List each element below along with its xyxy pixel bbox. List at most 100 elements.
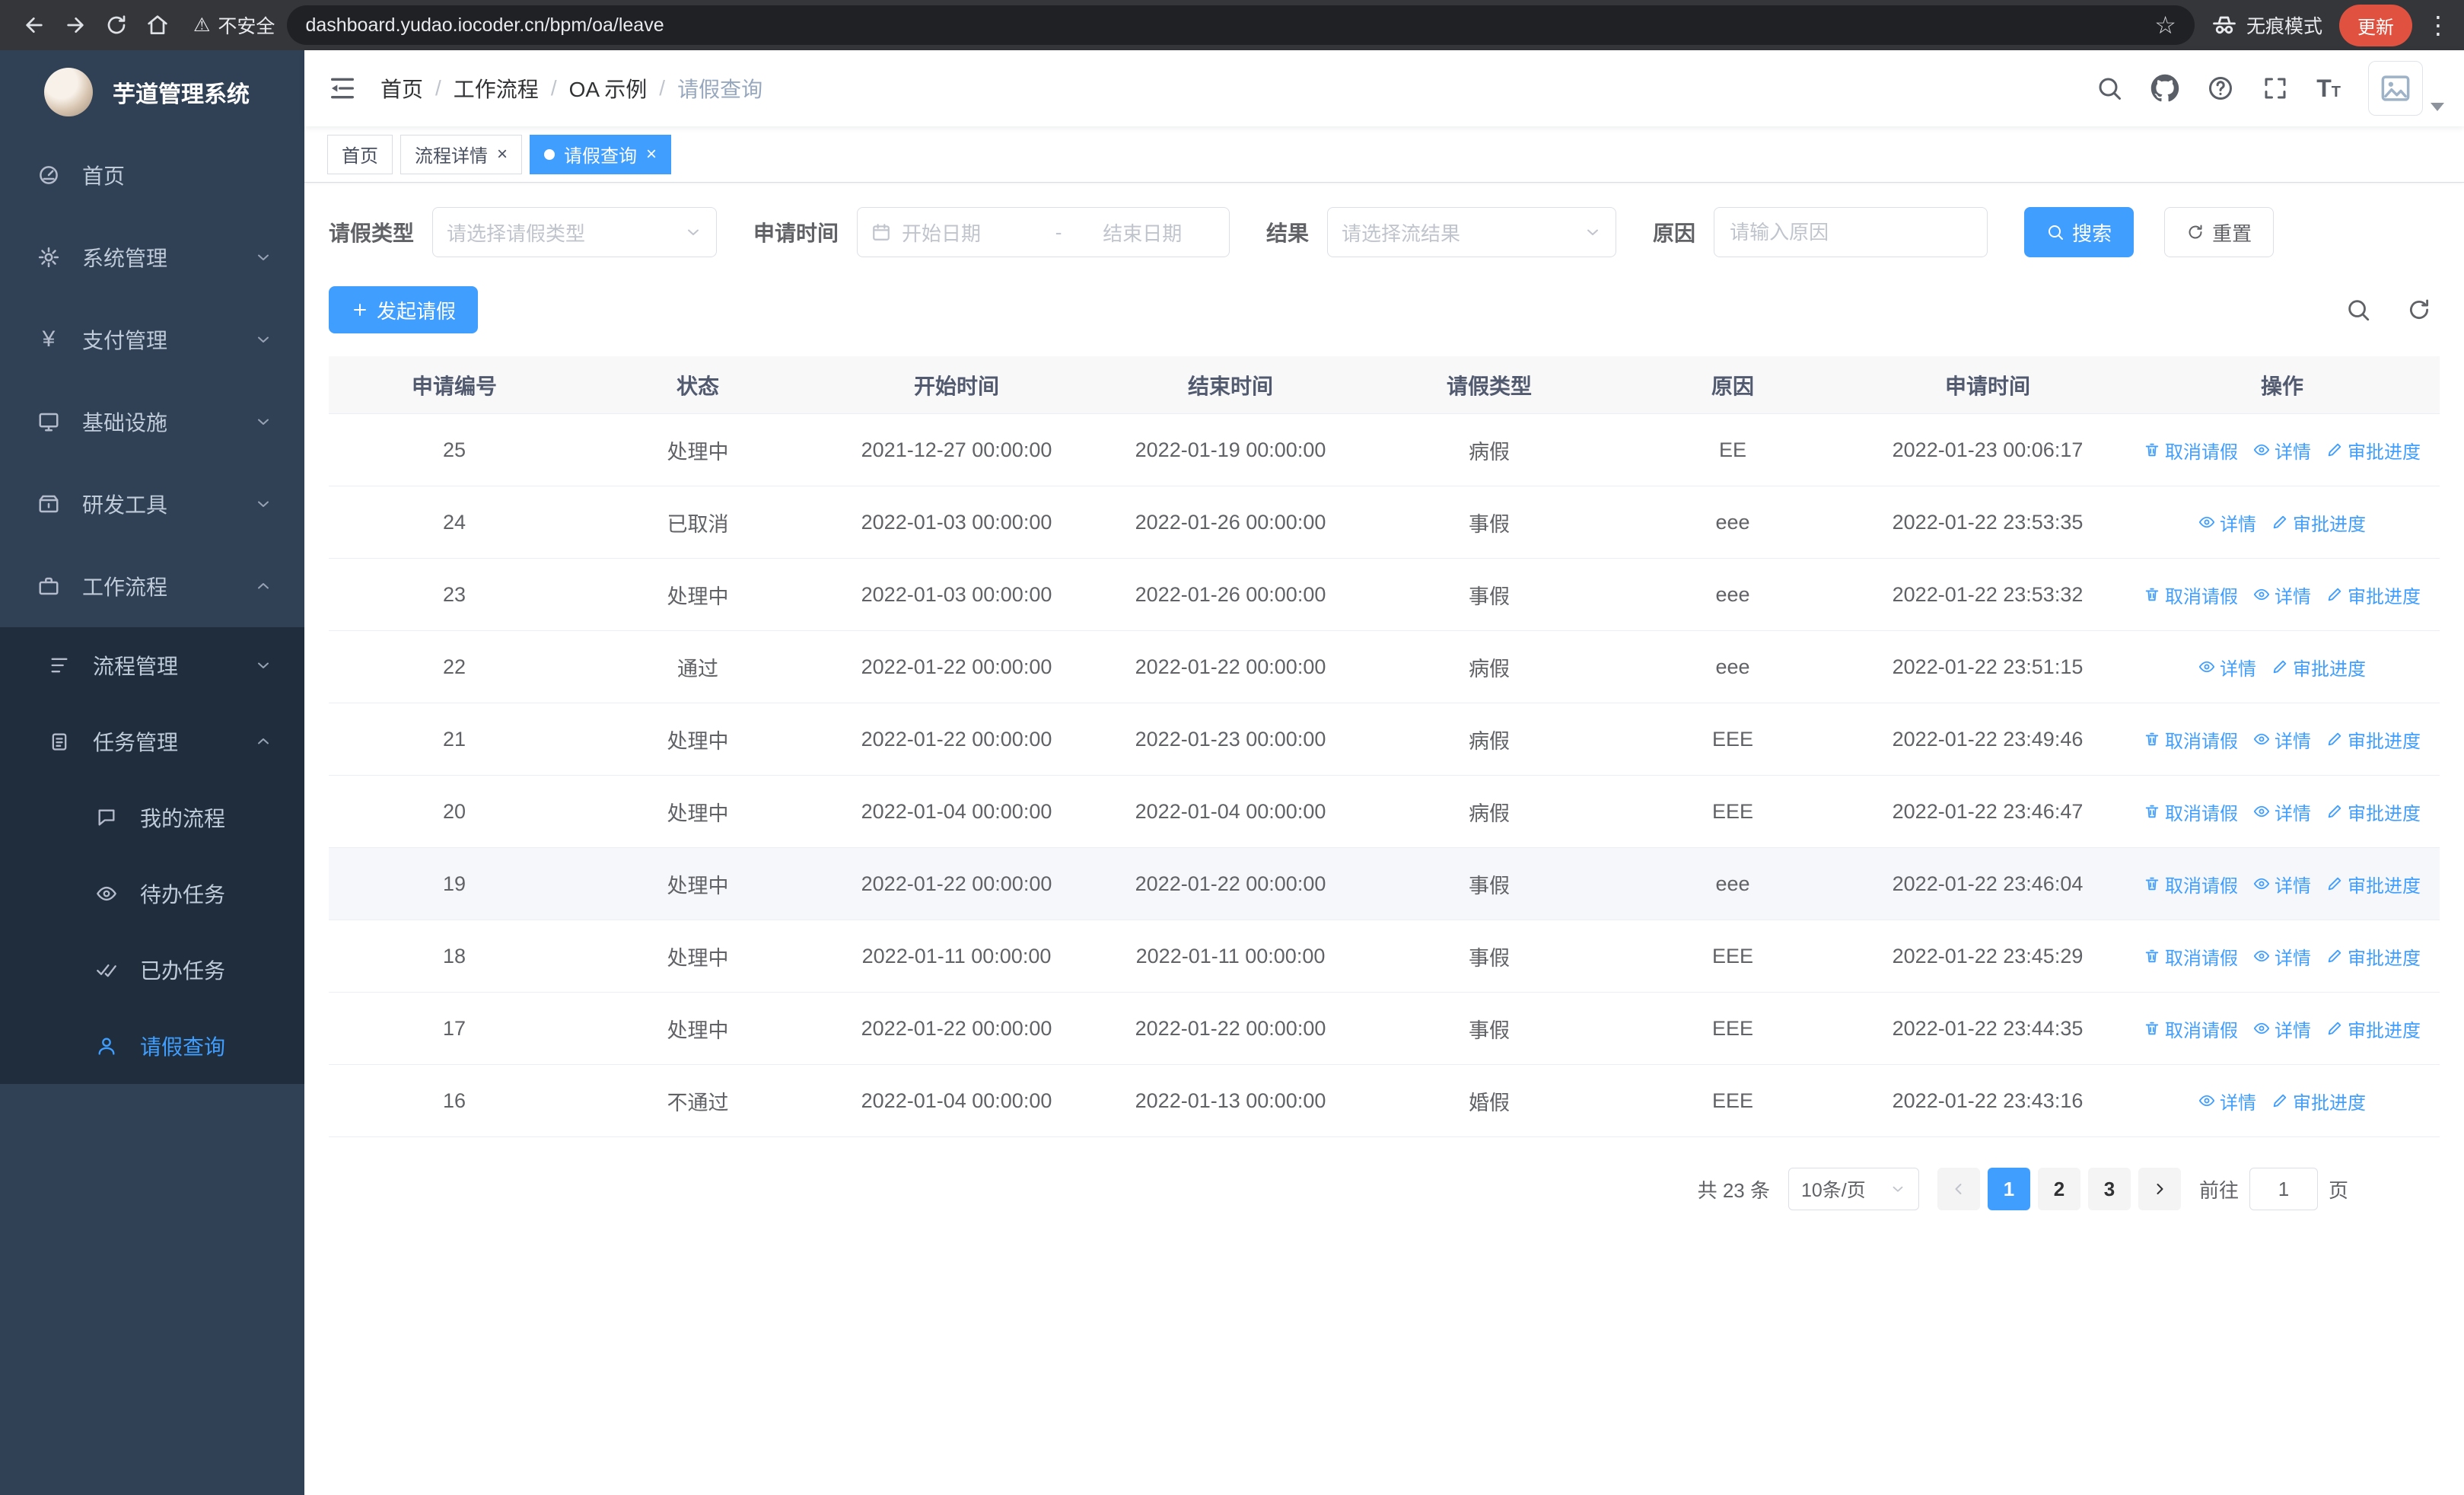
fullscreen-icon[interactable] (2262, 75, 2289, 102)
tab-home[interactable]: 首页 (327, 134, 393, 174)
table-row[interactable]: 21 处理中 2022-01-22 00:00:00 2022-01-23 00… (329, 703, 2440, 776)
home-button[interactable] (137, 5, 178, 46)
table-row[interactable]: 19 处理中 2022-01-22 00:00:00 2022-01-22 00… (329, 848, 2440, 920)
github-icon[interactable] (2150, 74, 2179, 103)
detail-link[interactable]: 详情 (2253, 437, 2311, 464)
approval-progress-link[interactable]: 审批进度 (2326, 943, 2421, 970)
approval-progress-link[interactable]: 审批进度 (2271, 654, 2366, 681)
cancel-leave-link[interactable]: 取消请假 (2144, 799, 2238, 825)
address-bar[interactable]: dashboard.yudao.iocoder.cn/bpm/oa/leave … (287, 5, 2195, 45)
detail-link[interactable]: 详情 (2253, 799, 2311, 825)
breadcrumb-item[interactable]: 首页 (380, 73, 423, 104)
sidebar-item-my-processes[interactable]: 我的流程 (0, 779, 304, 856)
create-leave-button[interactable]: 发起请假 (329, 286, 479, 333)
table-row[interactable]: 25 处理中 2021-12-27 00:00:00 2022-01-19 00… (329, 414, 2440, 486)
font-size-icon[interactable]: TT (2316, 76, 2341, 100)
back-button[interactable] (14, 5, 55, 46)
cancel-leave-link[interactable]: 取消请假 (2144, 943, 2238, 970)
logo[interactable]: 芋道管理系统 (0, 50, 304, 134)
cell-actions: 详情 审批进度 (2125, 654, 2440, 681)
cancel-leave-link[interactable]: 取消请假 (2144, 437, 2238, 464)
reset-button[interactable]: 重置 (2164, 207, 2275, 257)
sidebar-item-workflow[interactable]: 工作流程 (0, 545, 304, 627)
cancel-leave-link[interactable]: 取消请假 (2144, 726, 2238, 753)
approval-progress-link[interactable]: 审批进度 (2271, 1088, 2366, 1114)
sidebar-item-process-management[interactable]: 流程管理 (0, 627, 304, 703)
sidebar-item-home[interactable]: 首页 (0, 134, 304, 216)
page-button-2[interactable]: 2 (2037, 1168, 2080, 1210)
sidebar-item-task-management[interactable]: 任务管理 (0, 703, 304, 779)
search-icon[interactable] (2096, 75, 2123, 102)
table-row[interactable]: 17 处理中 2022-01-22 00:00:00 2022-01-22 00… (329, 993, 2440, 1065)
breadcrumb-item[interactable]: OA 示例 (569, 73, 648, 104)
sidebar-item-done-tasks[interactable]: 已办任务 (0, 932, 304, 1008)
breadcrumb-separator: / (659, 76, 666, 100)
approval-progress-link[interactable]: 审批进度 (2326, 437, 2421, 464)
search-toggle-icon[interactable] (2345, 297, 2371, 323)
sidebar-item-leave-query[interactable]: 请假查询 (0, 1008, 304, 1084)
cancel-leave-link[interactable]: 取消请假 (2144, 582, 2238, 608)
approval-progress-link[interactable]: 审批进度 (2326, 799, 2421, 825)
cell-start-time: 2022-01-04 00:00:00 (861, 1089, 1052, 1112)
table-row[interactable]: 22 通过 2022-01-22 00:00:00 2022-01-22 00:… (329, 631, 2440, 703)
help-icon[interactable] (2207, 75, 2234, 102)
approval-progress-link[interactable]: 审批进度 (2326, 582, 2421, 608)
sidebar-item-payment[interactable]: ¥ 支付管理 (0, 298, 304, 381)
sidebar-item-system[interactable]: 系统管理 (0, 216, 304, 298)
table-row[interactable]: 18 处理中 2022-01-11 00:00:00 2022-01-11 00… (329, 920, 2440, 993)
bookmark-star-icon[interactable]: ☆ (2154, 11, 2176, 40)
forward-button[interactable] (55, 5, 96, 46)
page-button-1[interactable]: 1 (1987, 1168, 2030, 1210)
sidebar-item-todo-tasks[interactable]: 待办任务 (0, 856, 304, 932)
detail-link[interactable]: 详情 (2198, 1088, 2256, 1114)
sidebar-item-devtools[interactable]: 研发工具 (0, 463, 304, 545)
detail-link[interactable]: 详情 (2253, 582, 2311, 608)
detail-link[interactable]: 详情 (2253, 871, 2311, 897)
approval-progress-link[interactable]: 审批进度 (2326, 726, 2421, 753)
security-indicator[interactable]: ⚠ 不安全 (193, 11, 275, 39)
close-icon[interactable]: × (497, 145, 508, 164)
cell-status: 处理中 (667, 729, 729, 753)
detail-link[interactable]: 详情 (2198, 654, 2256, 681)
sidebar-collapse-icon[interactable] (304, 73, 380, 104)
reload-button[interactable] (96, 5, 137, 46)
leave-type-select[interactable]: 请选择请假类型 (432, 207, 718, 257)
table-row[interactable]: 20 处理中 2022-01-04 00:00:00 2022-01-04 00… (329, 776, 2440, 848)
cell-reason: eee (1715, 510, 1750, 534)
tab-leave-query[interactable]: 请假查询 × (530, 134, 672, 174)
detail-link[interactable]: 详情 (2253, 726, 2311, 753)
approval-progress-link[interactable]: 审批进度 (2271, 509, 2366, 536)
apply-time-range-picker[interactable]: 开始日期 - 结束日期 (857, 207, 1230, 257)
approval-progress-link[interactable]: 审批进度 (2326, 871, 2421, 897)
cell-start-time: 2022-01-03 00:00:00 (861, 582, 1052, 606)
breadcrumb-item[interactable]: 工作流程 (454, 73, 539, 104)
next-page-button[interactable] (2138, 1168, 2181, 1210)
close-icon[interactable]: × (646, 145, 657, 164)
refresh-icon[interactable] (2406, 297, 2432, 323)
browser-menu-icon[interactable]: ⋮ (2426, 11, 2450, 40)
search-button[interactable]: 搜索 (2024, 207, 2135, 257)
approval-progress-link[interactable]: 审批进度 (2326, 1015, 2421, 1042)
detail-link[interactable]: 详情 (2253, 1015, 2311, 1042)
result-select[interactable]: 请选择流结果 (1327, 207, 1617, 257)
detail-link[interactable]: 详情 (2253, 943, 2311, 970)
security-label: 不安全 (218, 16, 275, 37)
cell-apply-time: 2022-01-22 23:53:35 (1892, 510, 2084, 534)
chrome-update-button[interactable]: 更新 (2339, 4, 2412, 46)
goto-page-input[interactable] (2249, 1168, 2318, 1210)
user-menu[interactable] (2368, 61, 2444, 116)
table-row[interactable]: 23 处理中 2022-01-03 00:00:00 2022-01-26 00… (329, 559, 2440, 631)
detail-link[interactable]: 详情 (2198, 509, 2256, 536)
table-row[interactable]: 16 不通过 2022-01-04 00:00:00 2022-01-13 00… (329, 1065, 2440, 1137)
tab-process-detail[interactable]: 流程详情 × (400, 134, 523, 174)
table-row[interactable]: 24 已取消 2022-01-03 00:00:00 2022-01-26 00… (329, 486, 2440, 559)
cancel-leave-link[interactable]: 取消请假 (2144, 871, 2238, 897)
prev-page-button[interactable] (1937, 1168, 1980, 1210)
cell-actions: 取消请假 详情 审批进度 (2125, 437, 2440, 464)
reason-input[interactable] (1714, 207, 1988, 257)
page-size-select[interactable]: 10条/页 (1788, 1168, 1919, 1210)
sidebar-item-infrastructure[interactable]: 基础设施 (0, 381, 304, 463)
page-button-3[interactable]: 3 (2087, 1168, 2131, 1210)
cancel-leave-link[interactable]: 取消请假 (2144, 1015, 2238, 1042)
toolbox-icon (35, 492, 62, 515)
